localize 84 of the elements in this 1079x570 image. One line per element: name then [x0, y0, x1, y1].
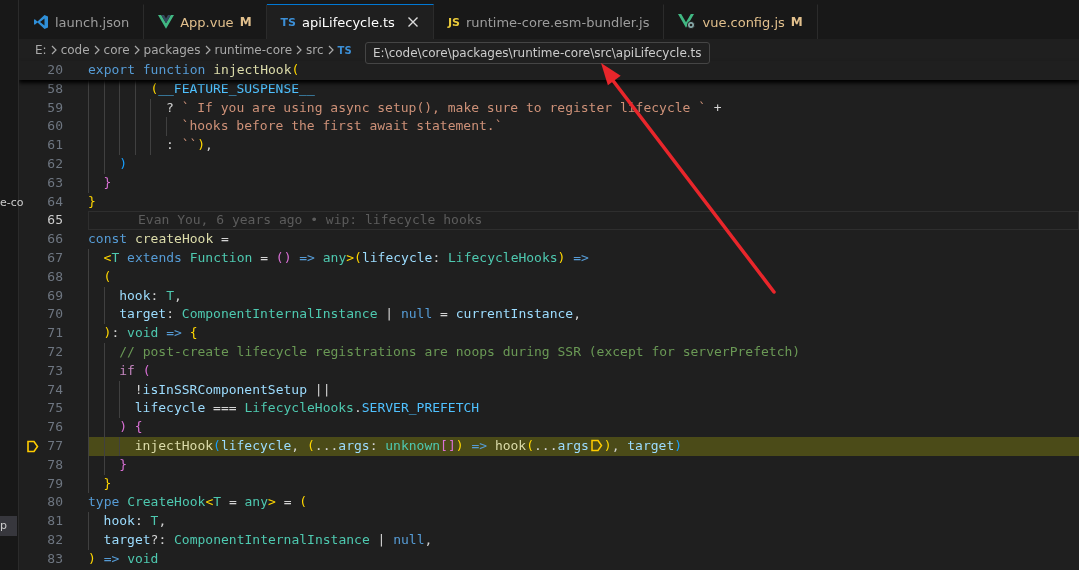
- tab-label: apiLifecycle.ts: [302, 14, 395, 30]
- line-number: 61: [46, 136, 63, 155]
- breadcrumb-item[interactable]: code: [60, 43, 90, 57]
- line-number: 66: [46, 230, 63, 249]
- line-number: 79: [46, 474, 63, 493]
- line-number: 82: [46, 530, 63, 549]
- editor-tab[interactable]: TS apiLifecycle.ts: [266, 4, 434, 39]
- git-blame-annotation: Evan You, 6 years ago • wip: lifecycle hooks: [138, 211, 483, 230]
- chevron-right-icon: [50, 45, 57, 55]
- code-line: : ``),: [165, 136, 213, 155]
- code-line: target?: ComponentInternalInstance | null,: [103, 530, 433, 549]
- code-line: hook: T,: [103, 512, 167, 531]
- modified-indicator: M: [790, 15, 803, 29]
- line-number: 74: [46, 380, 63, 399]
- code-line: (: [103, 267, 112, 286]
- vue-gear-icon: [678, 14, 697, 30]
- line-number: 64: [46, 192, 63, 211]
- code-line: ) {: [119, 418, 143, 437]
- code-line: ) => void: [88, 549, 159, 568]
- line-number: 68: [46, 267, 63, 286]
- file-type-icon: TS: [337, 44, 352, 56]
- line-number: 71: [46, 324, 63, 343]
- line-number: 76: [46, 418, 63, 437]
- line-number: 20: [46, 61, 63, 79]
- line-number: 67: [46, 248, 63, 267]
- line-number: 75: [46, 399, 63, 418]
- line-number: 70: [46, 305, 63, 324]
- code-line: // post-create lifecycle registrations are noops during SSR (except for serverPrefetch): [119, 342, 801, 361]
- line-number: 77: [46, 436, 63, 455]
- sidebar-item[interactable]: p: [0, 516, 17, 536]
- breadcrumb-item[interactable]: core: [103, 43, 130, 57]
- editor-logo-icon: [33, 14, 49, 30]
- breadcrumb-item[interactable]: runtime-core: [214, 43, 293, 57]
- line-number: 59: [46, 98, 63, 117]
- breadcrumb-item[interactable]: src: [306, 43, 324, 57]
- breadcrumb-item[interactable]: packages: [143, 43, 201, 57]
- modified-indicator: M: [239, 15, 252, 29]
- chevron-right-icon: [133, 45, 140, 55]
- code-line: <T extends Function = () => any>(lifecycle: LifecycleHooks) =>: [103, 248, 589, 267]
- code-line: type CreateHook<T = any> = (: [88, 493, 308, 512]
- line-number: 58: [46, 79, 63, 98]
- sidebar-item[interactable]: e-co: [0, 196, 24, 209]
- file-type-icon: JS: [447, 15, 460, 29]
- line-number: 80: [46, 493, 63, 512]
- breadcrumb-item[interactable]: E:: [35, 43, 47, 57]
- code-line: if (: [119, 361, 151, 380]
- code-line: }: [88, 192, 96, 211]
- code-line: const createHook =: [88, 230, 229, 249]
- chevron-right-icon: [327, 45, 334, 55]
- code-line: target: ComponentInternalInstance | null = currentInstance,: [119, 305, 581, 324]
- file-type-icon: TS: [280, 15, 296, 29]
- code-line: export function injectHook(: [88, 61, 300, 79]
- code-line: ): [119, 155, 127, 173]
- chevron-right-icon: [204, 45, 211, 55]
- chevron-right-icon: [296, 45, 303, 55]
- code-line: }: [103, 173, 112, 192]
- code-line: !isInSSRComponentSetup ||: [134, 380, 331, 399]
- close-icon[interactable]: [406, 16, 419, 28]
- debug-pointer-icon: [25, 439, 39, 453]
- code-line: lifecycle === LifecycleHooks.SERVER_PREFETCH: [134, 399, 480, 418]
- code-line: ): void => {: [103, 324, 198, 343]
- line-number: 65: [46, 211, 63, 230]
- code-line: hook: T,: [119, 286, 182, 305]
- line-number: 73: [46, 361, 63, 380]
- tab-label: runtime-core.esm-bundler.js: [465, 14, 650, 30]
- tab-label: launch.json: [55, 14, 130, 30]
- line-number: 60: [46, 117, 63, 136]
- line-number: 62: [46, 155, 63, 173]
- line-number: 81: [46, 512, 63, 531]
- chevron-right-icon: [93, 45, 100, 55]
- line-number: 78: [46, 455, 63, 474]
- tab-label: App.vue: [180, 14, 234, 30]
- tooltip: E:\code\core\packages\runtime-core\src\apiLifecycle.ts: [365, 42, 710, 64]
- code-line: `hooks before the first await statement.`: [181, 117, 503, 136]
- line-number: 83: [46, 549, 63, 568]
- line-number: 63: [46, 173, 63, 192]
- code-line: }: [119, 455, 127, 474]
- tab-label: vue.config.js: [702, 14, 785, 30]
- line-number: 72: [46, 342, 63, 361]
- code-line: injectHook(lifecycle, (...args: unknown[]) => hook(...args ), target): [134, 436, 683, 455]
- code-line: }: [103, 474, 112, 493]
- vue-logo-icon: [158, 15, 175, 29]
- line-number: 69: [46, 286, 63, 305]
- code-line: (__FEATURE_SUSPENSE__: [150, 79, 315, 98]
